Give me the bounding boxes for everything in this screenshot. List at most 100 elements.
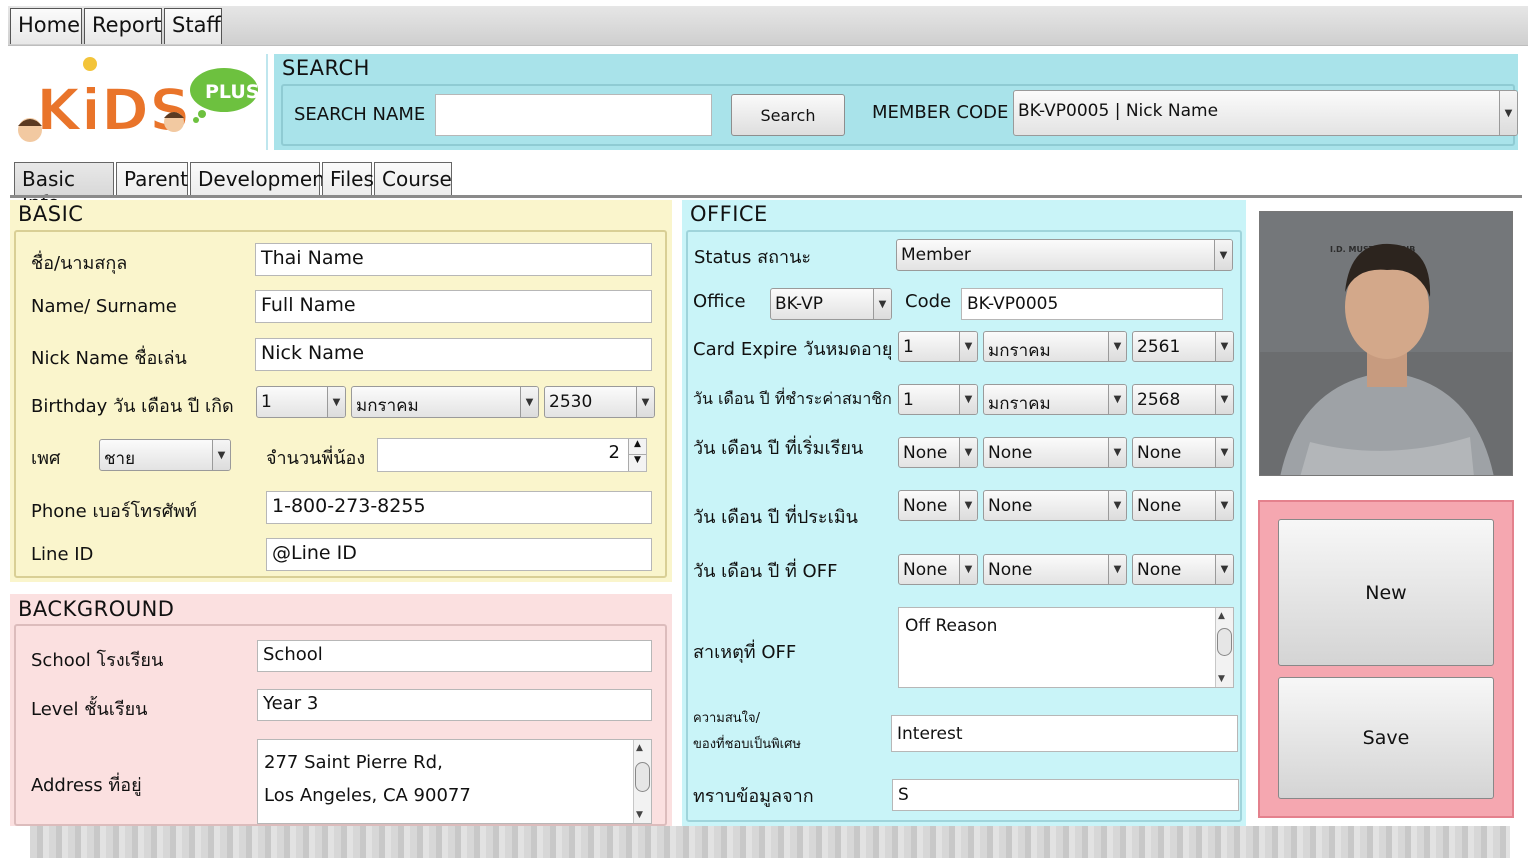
search-button[interactable]: Search: [731, 94, 845, 136]
off-year-select[interactable]: None ▼: [1132, 554, 1234, 585]
chevron-down-icon: ▼: [959, 438, 977, 467]
fee-year-select[interactable]: 2568 ▼: [1132, 384, 1234, 415]
eval-day-select[interactable]: None ▼: [898, 490, 978, 521]
search-name-input[interactable]: [435, 94, 712, 136]
siblings-value: 2: [608, 442, 620, 463]
start-year-select[interactable]: None ▼: [1132, 437, 1234, 468]
code-input[interactable]: BK-VP0005: [961, 288, 1223, 320]
person-photo-graphic: I.D. MUST BE VISIB: [1260, 212, 1512, 475]
gender-label: เพศ: [31, 448, 61, 469]
status-select[interactable]: Member ▼: [896, 239, 1233, 271]
chevron-down-icon: ▼: [636, 387, 654, 417]
school-input[interactable]: School: [257, 640, 652, 672]
member-code-label: MEMBER CODE: [872, 102, 1009, 123]
status-label: Status สถานะ: [694, 247, 812, 268]
scroll-down-icon[interactable]: ▼: [1218, 674, 1225, 684]
card-expire-month-value: มกราคม: [988, 341, 1051, 361]
off-date-label: วัน เดือน ปี ที่ OFF: [693, 561, 838, 582]
tab-basic-info[interactable]: Basic Info: [14, 162, 114, 215]
office-title: OFFICE: [690, 202, 768, 226]
nick-name-label: Nick Name ชื่อเล่น: [31, 348, 187, 369]
save-button[interactable]: Save: [1278, 677, 1494, 799]
level-label: Level ชั้นเรียน: [31, 699, 148, 720]
siblings-stepper[interactable]: 2 ▲ ▼: [377, 438, 647, 472]
tab-files[interactable]: Files: [322, 162, 374, 196]
start-day-select[interactable]: None ▼: [898, 437, 978, 468]
off-reason-scrollbar[interactable]: ▲ ▼: [1215, 608, 1233, 687]
off-month-select[interactable]: None ▼: [983, 554, 1127, 585]
menu-home[interactable]: Home: [10, 8, 82, 44]
stepper-down-icon[interactable]: ▼: [628, 455, 646, 471]
card-expire-day-select[interactable]: 1 ▼: [898, 331, 978, 362]
address-textarea[interactable]: 277 Saint Pierre Rd, Los Angeles, CA 900…: [257, 739, 652, 824]
basic-title: BASIC: [18, 202, 84, 226]
chevron-down-icon: ▼: [959, 491, 977, 520]
eval-day-value: None: [903, 496, 948, 516]
eval-month-value: None: [988, 496, 1033, 516]
tab-development[interactable]: Development: [190, 162, 333, 196]
eval-date-label: วัน เดือน ปี ที่ประเมิน: [693, 507, 858, 528]
fee-month-select[interactable]: มกราคม ▼: [983, 384, 1127, 415]
scroll-down-icon[interactable]: ▼: [636, 810, 643, 820]
birthday-year-select[interactable]: 2530 ▼: [544, 386, 655, 418]
birthday-label: Birthday วัน เดือน ปี เกิด: [31, 396, 234, 417]
scroll-thumb[interactable]: [1217, 628, 1232, 656]
new-button[interactable]: New: [1278, 519, 1494, 666]
address-label: Address ที่อยู่: [31, 775, 142, 796]
birthday-day-value: 1: [261, 392, 272, 412]
member-code-value: BK-VP0005 | Nick Name: [1018, 101, 1219, 121]
stepper-up-icon[interactable]: ▲: [628, 439, 646, 455]
student-photo: I.D. MUST BE VISIB: [1259, 211, 1513, 476]
birthday-day-select[interactable]: 1 ▼: [256, 386, 346, 418]
nick-name-input[interactable]: Nick Name: [255, 338, 652, 371]
gender-select[interactable]: ชาย ▼: [99, 439, 231, 471]
chevron-down-icon: ▼: [959, 555, 977, 584]
chevron-down-icon: ▼: [1215, 385, 1233, 414]
source-input[interactable]: S: [892, 779, 1239, 811]
start-month-value: None: [988, 443, 1033, 463]
menu-report[interactable]: Report: [84, 8, 162, 44]
address-line-1: 277 Saint Pierre Rd,: [264, 752, 443, 773]
line-id-input[interactable]: @Line ID: [266, 538, 652, 571]
full-name-input[interactable]: Full Name: [255, 290, 652, 323]
code-label: Code: [905, 291, 952, 312]
scroll-up-icon[interactable]: ▲: [636, 743, 643, 753]
off-reason-label: สาเหตุที่ OFF: [693, 642, 797, 663]
tab-parent[interactable]: Parent: [116, 162, 188, 196]
logo-graphic: PLUS KiDS: [18, 57, 259, 145]
off-day-select[interactable]: None ▼: [898, 554, 978, 585]
siblings-label: จำนวนพี่น้อง: [266, 448, 366, 469]
chevron-down-icon: ▼: [959, 385, 977, 414]
fee-day-select[interactable]: 1 ▼: [898, 384, 978, 415]
eval-year-select[interactable]: None ▼: [1132, 490, 1234, 521]
line-id-label: Line ID: [31, 544, 94, 565]
scroll-up-icon[interactable]: ▲: [1218, 611, 1225, 621]
fee-month-value: มกราคม: [988, 394, 1051, 414]
chevron-down-icon: ▼: [959, 332, 977, 361]
office-label: Office: [693, 291, 746, 312]
interest-input[interactable]: Interest: [891, 715, 1238, 752]
interest-label-line-2: ของที่ชอบเป็นพิเศษ: [693, 737, 801, 752]
card-expire-month-select[interactable]: มกราคม ▼: [983, 331, 1127, 362]
start-month-select[interactable]: None ▼: [983, 437, 1127, 468]
level-input[interactable]: Year 3: [257, 689, 652, 721]
card-expire-year-value: 2561: [1137, 337, 1181, 357]
eval-year-value: None: [1137, 496, 1182, 516]
card-expire-year-select[interactable]: 2561 ▼: [1132, 331, 1234, 362]
fee-year-value: 2568: [1137, 390, 1181, 410]
birthday-month-value: มกราคม: [356, 396, 419, 416]
thai-name-input[interactable]: Thai Name: [255, 243, 652, 276]
chevron-down-icon: ▼: [1215, 491, 1233, 520]
eval-month-select[interactable]: None ▼: [983, 490, 1127, 521]
off-reason-textarea[interactable]: Off Reason ▲ ▼: [898, 607, 1234, 688]
birthday-month-select[interactable]: มกราคม ▼: [351, 386, 539, 418]
address-scrollbar[interactable]: ▲ ▼: [633, 740, 651, 823]
tab-course[interactable]: Course: [374, 162, 452, 196]
chevron-down-icon: ▼: [1214, 240, 1232, 270]
office-select[interactable]: BK-VP ▼: [770, 288, 892, 320]
member-code-select[interactable]: BK-VP0005 | Nick Name ▼: [1013, 90, 1518, 136]
phone-input[interactable]: 1-800-273-8255: [266, 491, 652, 524]
source-label: ทราบข้อมูลจาก: [693, 786, 814, 807]
menu-staff[interactable]: Staff: [164, 8, 222, 44]
scroll-thumb[interactable]: [635, 762, 650, 792]
